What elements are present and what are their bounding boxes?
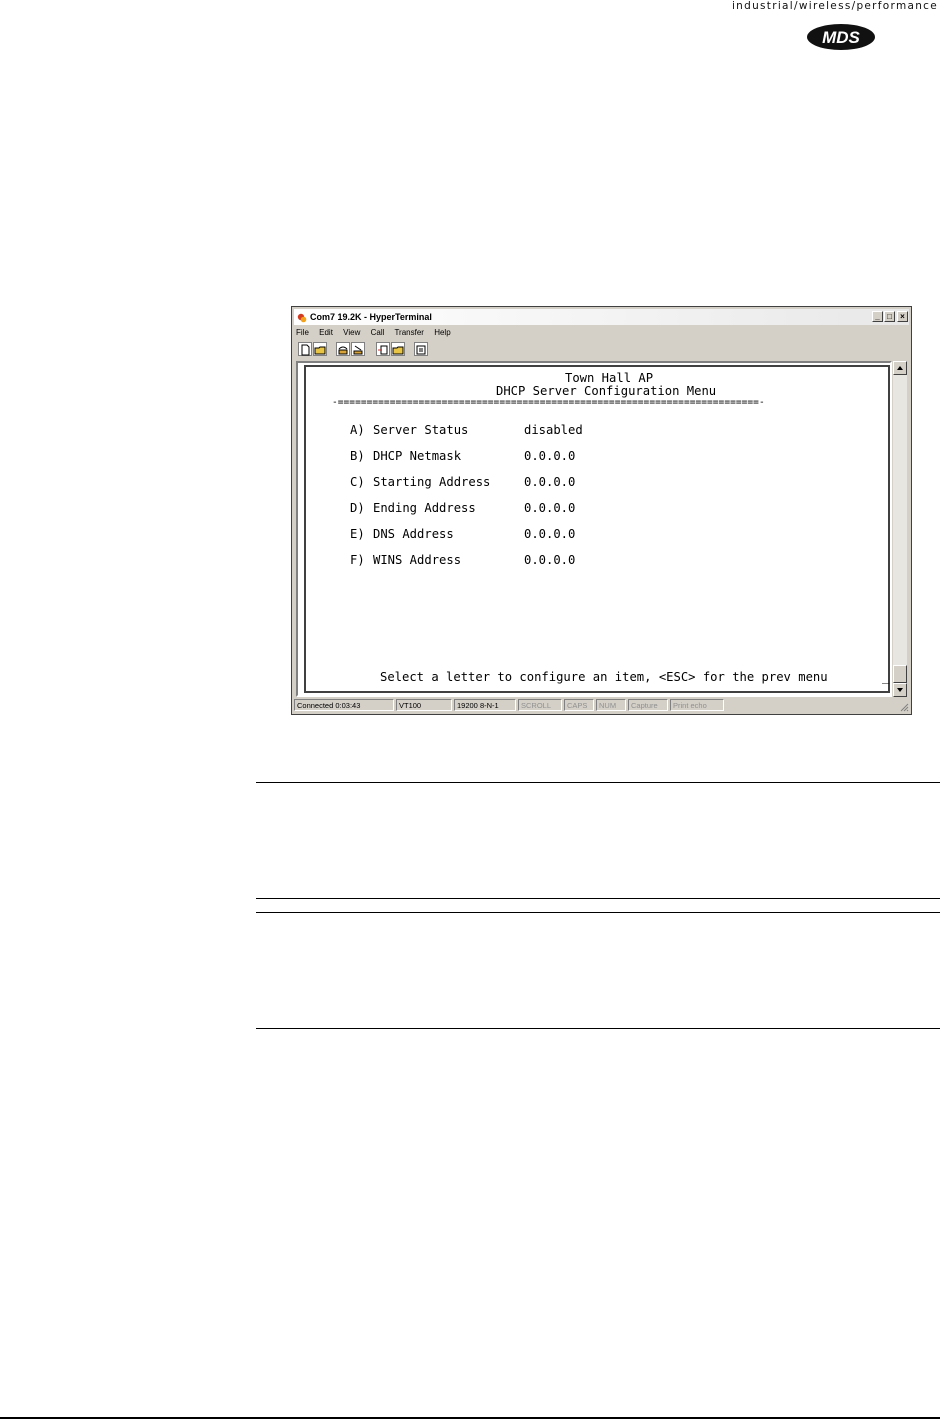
menu-view[interactable]: View bbox=[343, 328, 360, 337]
menu-item-label-ending-address: Ending Address bbox=[373, 501, 476, 515]
status-port-settings: 19200 8-N-1 bbox=[454, 699, 516, 711]
vertical-scrollbar[interactable] bbox=[893, 361, 907, 697]
status-num: NUM bbox=[596, 699, 626, 711]
status-capture: Capture bbox=[628, 699, 668, 711]
terminal-prompt: Select a letter to configure an item, <E… bbox=[380, 670, 828, 684]
menu-item-value-dhcp-netmask: 0.0.0.0 bbox=[524, 449, 576, 463]
receive-icon[interactable] bbox=[391, 342, 405, 356]
scroll-thumb[interactable] bbox=[893, 665, 907, 683]
menu-item-key-b: B) bbox=[350, 449, 365, 463]
menu-item-label-dns-address: DNS Address bbox=[373, 527, 454, 541]
send-icon[interactable] bbox=[376, 342, 390, 356]
caution-box-bottom-rule bbox=[256, 1028, 940, 1029]
device-name: Town Hall AP bbox=[565, 371, 654, 385]
menu-help[interactable]: Help bbox=[434, 328, 450, 337]
menu-item-label-server-status: Server Status bbox=[373, 423, 469, 437]
menu-file[interactable]: File bbox=[296, 328, 309, 337]
new-icon[interactable] bbox=[298, 342, 312, 356]
note-box-top-rule bbox=[256, 782, 940, 783]
disconnect-icon[interactable] bbox=[351, 342, 365, 356]
menu-call[interactable]: Call bbox=[371, 328, 385, 337]
arrow-down-icon bbox=[897, 688, 903, 692]
caution-box-top-rule bbox=[256, 912, 940, 913]
hyperterminal-window: Com7 19.2K - HyperTerminal _ □ × File Ed… bbox=[291, 306, 912, 715]
terminal-cursor: _ bbox=[882, 670, 890, 684]
scroll-up-button[interactable] bbox=[893, 361, 907, 375]
mds-logo: MDS bbox=[806, 22, 876, 52]
menu-item-value-wins-address: 0.0.0.0 bbox=[524, 553, 576, 567]
status-scroll: SCROLL bbox=[518, 699, 562, 711]
toolbar bbox=[296, 341, 907, 359]
tagline: industrial/wireless/performance bbox=[731, 0, 938, 12]
separator-line: -=======================================… bbox=[332, 397, 765, 408]
properties-icon[interactable] bbox=[414, 342, 428, 356]
menu-item-key-a: A) bbox=[350, 423, 365, 437]
status-emulation: VT100 bbox=[396, 699, 452, 711]
status-bar: Connected 0:03:43 VT100 19200 8-N-1 SCRO… bbox=[294, 698, 909, 712]
menu-item-value-starting-address: 0.0.0.0 bbox=[524, 475, 576, 489]
menu-item-value-dns-address: 0.0.0.0 bbox=[524, 527, 576, 541]
maximize-button[interactable]: □ bbox=[884, 311, 895, 322]
logo-text: MDS bbox=[822, 28, 860, 47]
terminal-frame: Town Hall AP DHCP Server Configuration M… bbox=[296, 361, 892, 697]
scroll-down-button[interactable] bbox=[893, 683, 907, 697]
menu-edit[interactable]: Edit bbox=[319, 328, 333, 337]
title-bar[interactable]: Com7 19.2K - HyperTerminal _ □ × bbox=[294, 309, 909, 325]
menu-item-value-ending-address: 0.0.0.0 bbox=[524, 501, 576, 515]
menu-item-value-server-status: disabled bbox=[524, 423, 583, 437]
menu-item-key-e: E) bbox=[350, 527, 365, 541]
window-title: Com7 19.2K - HyperTerminal bbox=[310, 312, 432, 322]
open-icon[interactable] bbox=[313, 342, 327, 356]
menu-item-label-dhcp-netmask: DHCP Netmask bbox=[373, 449, 462, 463]
menu-item-key-f: F) bbox=[350, 553, 365, 567]
note-box-bottom-rule bbox=[256, 898, 940, 899]
menu-transfer[interactable]: Transfer bbox=[394, 328, 424, 337]
status-caps: CAPS bbox=[564, 699, 594, 711]
hyperterminal-app-icon bbox=[297, 312, 307, 323]
resize-grip-icon[interactable] bbox=[899, 702, 909, 712]
menu-bar: File Edit View Call Transfer Help bbox=[296, 326, 459, 340]
arrow-up-icon bbox=[897, 366, 903, 370]
phone-icon[interactable] bbox=[336, 342, 350, 356]
status-print-echo: Print echo bbox=[670, 699, 724, 711]
close-button[interactable]: × bbox=[897, 311, 908, 322]
status-connected: Connected 0:03:43 bbox=[294, 699, 394, 711]
menu-item-label-wins-address: WINS Address bbox=[373, 553, 462, 567]
menu-item-key-d: D) bbox=[350, 501, 365, 515]
menu-item-label-starting-address: Starting Address bbox=[373, 475, 491, 489]
footer-rule bbox=[0, 1417, 940, 1419]
terminal-screen[interactable]: Town Hall AP DHCP Server Configuration M… bbox=[304, 365, 890, 693]
minimize-button[interactable]: _ bbox=[872, 311, 883, 322]
menu-item-key-c: C) bbox=[350, 475, 365, 489]
